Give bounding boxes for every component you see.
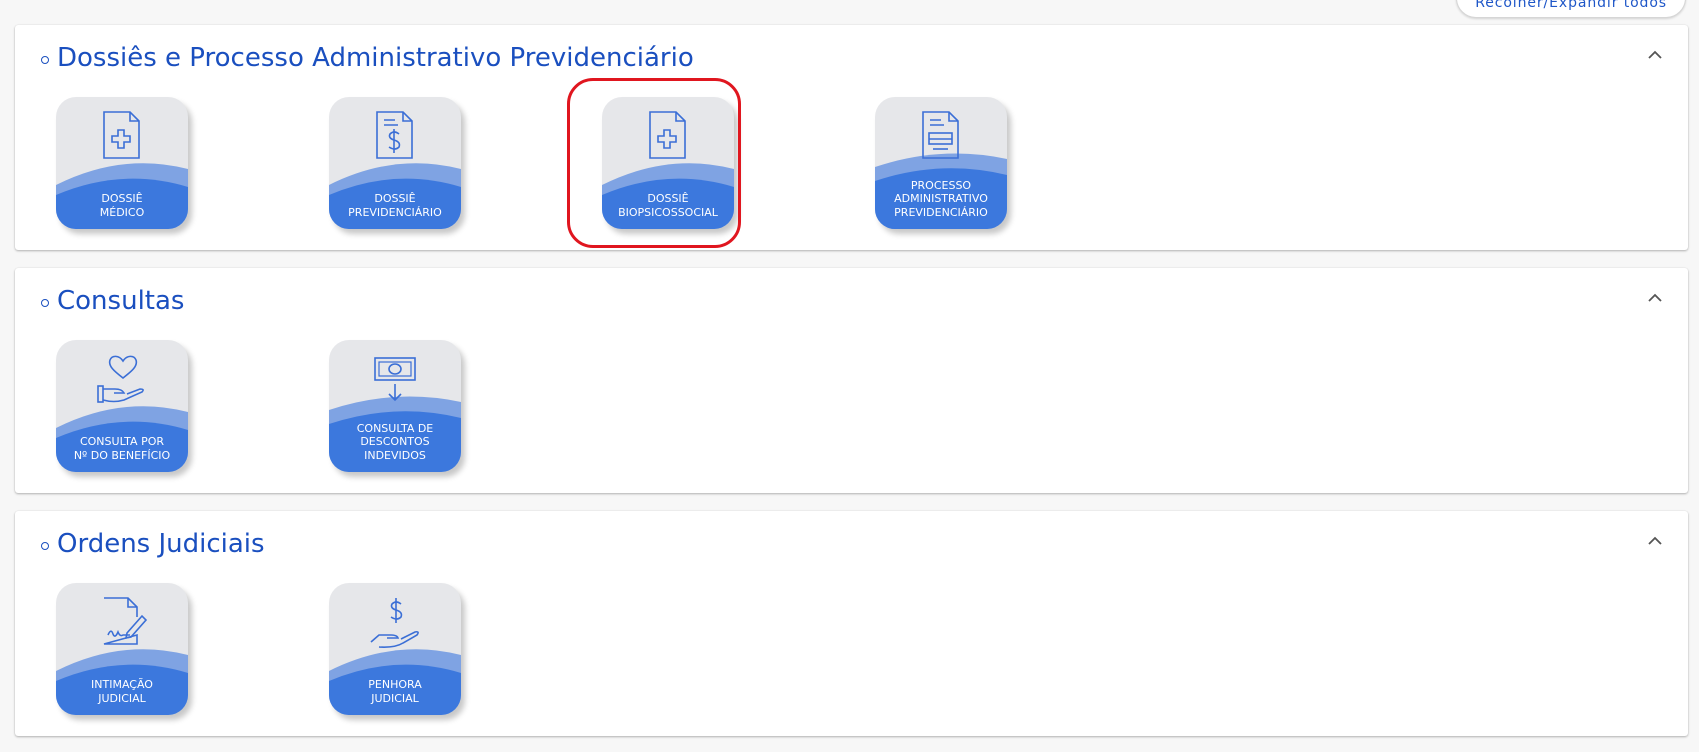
tile-dossie-biopsicossocial[interactable]: DOSSIÊ BIOPSICOSSOCIAL [602, 97, 734, 229]
section-dossies: Dossiês e Processo Administrativo Previd… [15, 25, 1688, 250]
bullet-icon [41, 542, 49, 550]
collapse-expand-all-button[interactable]: Recolher/Expandir todos [1456, 0, 1686, 18]
bullet-icon [41, 56, 49, 64]
tile-label: DOSSIÊ MÉDICO [99, 192, 145, 219]
tile-label: DOSSIÊ BIOPSICOSSOCIAL [618, 192, 718, 219]
chevron-up-icon[interactable] [1646, 290, 1664, 304]
medical-document-icon [649, 111, 686, 159]
section-title[interactable]: Ordens Judiciais [41, 529, 265, 559]
tile-intimacao-judicial[interactable]: INTIMAÇÃO JUDICIAL [56, 583, 188, 715]
section-consultas: Consultas CONSULTA POR Nº DO BENEFÍCIO CO… [15, 268, 1688, 493]
signed-document-icon [103, 597, 148, 645]
tile-label: PROCESSO ADMINISTRATIVO PREVIDENCIÁRIO [894, 178, 988, 219]
section-title[interactable]: Consultas [41, 286, 184, 316]
tile-consulta-descontos[interactable]: CONSULTA DE DESCONTOS INDEVIDOS [329, 340, 461, 472]
tile-consulta-beneficio[interactable]: CONSULTA POR Nº DO BENEFÍCIO [56, 340, 188, 472]
section-title-text: Consultas [57, 286, 185, 316]
tile-label: PENHORA JUDICIAL [368, 678, 422, 705]
tile-penhora-judicial[interactable]: PENHORA JUDICIAL [329, 583, 461, 715]
money-down-icon [374, 357, 416, 402]
bullet-icon [41, 299, 49, 307]
tile-label: CONSULTA POR Nº DO BENEFÍCIO [73, 435, 171, 462]
tile-dossie-previdenciario[interactable]: DOSSIÊ PREVIDENCIÁRIO [329, 97, 461, 229]
dollar-document-icon [376, 111, 413, 159]
tile-label: DOSSIÊ PREVIDENCIÁRIO [348, 192, 442, 219]
heart-hand-icon [97, 355, 144, 403]
dollar-hand-icon [370, 598, 419, 648]
tile-processo-administrativo[interactable]: PROCESSO ADMINISTRATIVO PREVIDENCIÁRIO [875, 97, 1007, 229]
form-document-icon [922, 111, 959, 159]
chevron-up-icon[interactable] [1646, 47, 1664, 61]
tile-dossie-medico[interactable]: DOSSIÊ MÉDICO [56, 97, 188, 229]
medical-document-icon [103, 111, 140, 159]
tile-label: CONSULTA DE DESCONTOS INDEVIDOS [356, 421, 434, 462]
chevron-up-icon[interactable] [1646, 533, 1664, 547]
section-title[interactable]: Dossiês e Processo Administrativo Previd… [41, 43, 694, 73]
section-ordens-judiciais: Ordens Judiciais INTIMAÇÃO JUDICIAL PENHO… [15, 511, 1688, 736]
section-title-text: Ordens Judiciais [57, 529, 265, 559]
section-title-text: Dossiês e Processo Administrativo Previd… [57, 43, 694, 73]
tile-label: INTIMAÇÃO JUDICIAL [91, 678, 153, 705]
